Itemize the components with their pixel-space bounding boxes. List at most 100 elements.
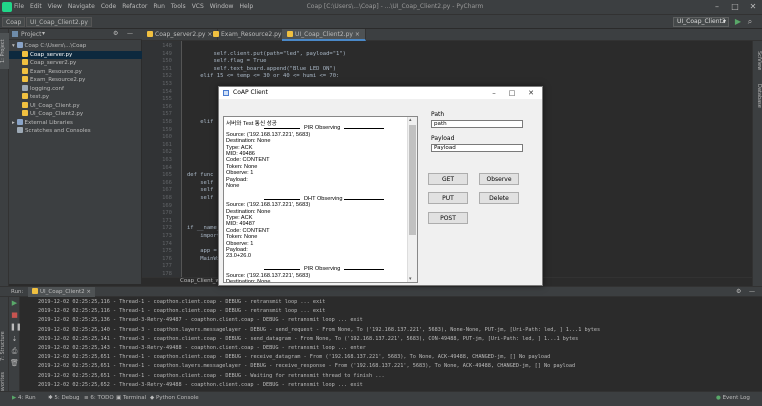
scroll-up-icon[interactable]: ▴: [409, 117, 412, 123]
maximize-icon[interactable]: □: [730, 2, 740, 12]
chevron-icon[interactable]: ▾: [12, 43, 17, 49]
put-button[interactable]: PUT: [428, 192, 468, 204]
menu-file[interactable]: File: [14, 3, 24, 10]
project-panel-title[interactable]: Project: [21, 31, 42, 38]
python-file-icon: [32, 288, 38, 294]
scview-tool-tab[interactable]: SciView: [753, 47, 762, 75]
pause-icon[interactable]: ❚❚: [10, 323, 22, 332]
menu-view[interactable]: View: [48, 3, 62, 10]
settings-icon[interactable]: ⚙: [113, 30, 118, 37]
line-number: 173: [162, 233, 172, 239]
chevron-icon[interactable]: ▸: [12, 120, 17, 126]
menu-run[interactable]: Run: [153, 3, 165, 10]
run-tab[interactable]: UI_Coap_Client2 ×: [28, 287, 95, 297]
line-number: 174: [162, 240, 172, 247]
payload-input[interactable]: Payload: [431, 144, 523, 152]
project-tool-tab[interactable]: 1: Project: [0, 33, 9, 69]
run-console[interactable]: 2019-12-02 02:25:25,116 - Thread-1 - coa…: [20, 297, 762, 391]
main-menu: File Edit View Navigate Code Refactor Ru…: [14, 3, 253, 10]
observe-button[interactable]: Observe: [479, 173, 519, 185]
run-tool-button[interactable]: ▶ 4: Run: [12, 395, 36, 401]
text-board-scrollbar[interactable]: ▴ ▾: [407, 117, 417, 282]
search-icon[interactable]: ⌕: [745, 17, 755, 27]
get-button[interactable]: GET: [428, 173, 468, 185]
tree-item[interactable]: Exam_Resource2.py: [9, 76, 142, 84]
python-console-tool-button[interactable]: ◆ Python Console: [150, 395, 199, 401]
close-icon[interactable]: ✕: [748, 2, 758, 12]
run-configuration-select[interactable]: UI_Coap_Client2 ▾: [673, 17, 729, 27]
breadcrumb-file[interactable]: UI_Coap_Client2.py: [26, 17, 92, 27]
scrollbar-thumb[interactable]: [409, 125, 416, 235]
response-line: MID: 49487: [226, 221, 255, 228]
tree-item-label: Coap C:\Users\...\Coap: [24, 43, 87, 49]
menu-refactor[interactable]: Refactor: [122, 3, 147, 10]
response-line: Source: ('192.168.137.221', 5683): [226, 202, 311, 209]
run-configuration-label: UI_Coap_Client2: [677, 18, 726, 25]
minimize-icon[interactable]: –: [489, 88, 499, 98]
scroll-to-end-icon[interactable]: ⇣: [10, 335, 19, 344]
post-button[interactable]: POST: [428, 212, 468, 224]
response-line: Code: CONTENT: [226, 157, 270, 164]
line-number: 169: [162, 202, 172, 209]
python-file-icon: [22, 76, 28, 82]
debug-tool-button[interactable]: ✱ 5: Debug: [48, 395, 80, 401]
code-line: elif: [187, 119, 214, 125]
tree-item[interactable]: ▾ Coap C:\Users\...\Coap: [9, 42, 142, 50]
rerun-icon[interactable]: ▶: [10, 299, 19, 308]
print-icon[interactable]: ⎙: [10, 347, 19, 356]
terminal-tool-button[interactable]: ▣ Terminal: [116, 395, 146, 401]
config-file-icon: [22, 84, 28, 91]
tree-item[interactable]: Coap_server.py: [9, 50, 142, 59]
separator-line: [264, 269, 300, 271]
hide-panel-icon[interactable]: —: [749, 288, 755, 295]
tree-item[interactable]: Exam_Resource.py: [9, 67, 142, 76]
terminal-tool-label: Terminal: [122, 395, 147, 401]
bottom-tool-bar: ▶ 4: Run ✱ 5: Debug ≡ 6: TODO ▣ Terminal…: [0, 391, 762, 406]
tree-item[interactable]: ▸ External Libraries: [9, 118, 142, 127]
response-line: Token: None: [226, 163, 258, 170]
delete-button[interactable]: Delete: [479, 192, 519, 204]
maximize-icon[interactable]: □: [507, 88, 517, 98]
tree-item[interactable]: Coap_server2.py: [9, 59, 142, 67]
breadcrumb-project[interactable]: Coap: [2, 17, 26, 27]
line-number: 167: [162, 187, 172, 194]
settings-icon[interactable]: ⚙: [736, 288, 741, 295]
menu-tools[interactable]: Tools: [171, 3, 186, 10]
editor-tab-active[interactable]: UI_Coap_Client2.py ×: [282, 29, 366, 41]
minimize-icon[interactable]: –: [712, 2, 722, 12]
path-input[interactable]: path: [431, 120, 523, 128]
tree-item[interactable]: test.py: [9, 93, 142, 101]
tree-item[interactable]: Scratches and Consoles: [9, 127, 142, 135]
close-icon[interactable]: ✕: [526, 88, 536, 98]
run-icon[interactable]: ▶: [733, 17, 743, 27]
menu-navigate[interactable]: Navigate: [68, 3, 95, 10]
response-line: Observe: 1: [226, 170, 254, 177]
folder-icon: [12, 31, 18, 37]
response-text-board[interactable]: 서버와 Test 통신 성공 PIR Observing Source: ('192…: [223, 116, 418, 283]
structure-tool-tab[interactable]: 7: Structure: [0, 329, 9, 363]
tree-item[interactable]: UI_Coap_Client.py: [9, 101, 142, 110]
menu-edit[interactable]: Edit: [30, 3, 42, 10]
menu-code[interactable]: Code: [101, 3, 116, 10]
tree-item[interactable]: UI_Coap_Client2.py: [9, 110, 142, 118]
trash-icon[interactable]: 🗑: [10, 359, 19, 368]
response-line: Payload:: [226, 176, 248, 183]
response-line: Destination: None: [226, 208, 271, 215]
terminal-icon: ▣: [116, 395, 122, 401]
chevron-down-icon[interactable]: ▾: [42, 30, 45, 37]
code-line: self: [187, 179, 214, 186]
scroll-down-icon[interactable]: ▾: [409, 276, 412, 282]
coap-window-titlebar[interactable]: CoAP Client – □ ✕: [219, 87, 542, 99]
python-file-icon: [287, 31, 293, 37]
line-number: 170: [162, 210, 172, 217]
editor-tab[interactable]: Coap_server2.py ×: [142, 29, 219, 41]
stop-icon[interactable]: ■: [10, 311, 19, 320]
event-log-tool-label: Event Log: [722, 395, 750, 401]
line-number: 158: [162, 119, 172, 125]
hide-panel-icon[interactable]: —: [127, 30, 133, 37]
tree-item[interactable]: logging.conf: [9, 84, 142, 93]
todo-tool-button[interactable]: ≡ 6: TODO: [84, 395, 114, 401]
event-log-tool-button[interactable]: ● Event Log: [716, 395, 750, 401]
database-tool-tab[interactable]: Database: [753, 81, 762, 111]
menu-vcs[interactable]: VCS: [192, 3, 204, 10]
